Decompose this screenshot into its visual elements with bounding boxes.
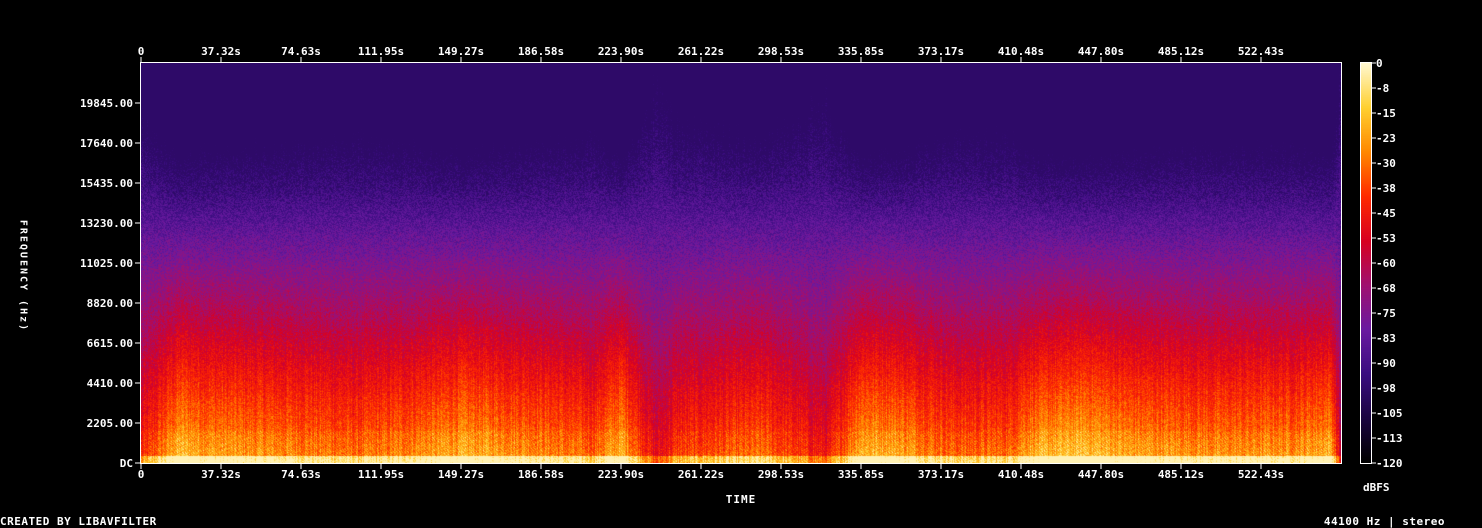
chart-axes: 0 0 37.32s 37.32s 74.63s 74.63s 111.95s 111.95s… — [80, 45, 1403, 481]
plot-frame — [140, 62, 1342, 464]
colorbar-tick-label: -45 — [1376, 207, 1396, 220]
x-tick-label-bottom: 298.53s — [758, 468, 804, 481]
colorbar-tick-label: -105 — [1376, 407, 1403, 420]
x-tick-label-bottom: 186.58s — [518, 468, 564, 481]
colorbar-tick-label: -23 — [1376, 132, 1396, 145]
y-tick-label: DC — [120, 457, 133, 470]
y-tick-label: 15435.00 — [80, 177, 133, 190]
colorbar-frame — [1360, 62, 1372, 464]
x-tick-label-top: 37.32s — [201, 45, 241, 58]
colorbar-tick-label: 0 — [1376, 57, 1383, 70]
x-tick-label-bottom: 447.80s — [1078, 468, 1124, 481]
x-tick-label-top: 485.12s — [1158, 45, 1204, 58]
y-tick-label: 17640.00 — [80, 137, 133, 150]
y-axis-title: FREQUENCY (Hz) — [17, 219, 29, 333]
footer-credit: CREATED BY LIBAVFILTER — [0, 515, 157, 528]
y-tick-label: 11025.00 — [80, 257, 133, 270]
x-tick-label-top: 447.80s — [1078, 45, 1124, 58]
x-tick-label-top: 74.63s — [281, 45, 321, 58]
footer-sample-info: 44100 Hz | stereo — [1323, 515, 1445, 528]
colorbar-tick-label: -8 — [1376, 82, 1389, 95]
colorbar-tick-label: -60 — [1376, 257, 1396, 270]
colorbar-tick-label: -15 — [1376, 107, 1396, 120]
x-tick-label-top: 373.17s — [918, 45, 964, 58]
x-tick-label-top: 335.85s — [838, 45, 884, 58]
x-tick-label-top: 149.27s — [438, 45, 484, 58]
colorbar-tick-label: -53 — [1376, 232, 1396, 245]
x-tick-label-top: 522.43s — [1238, 45, 1284, 58]
x-tick-label-bottom: 410.48s — [998, 468, 1044, 481]
spectrogram-chart: 0 0 37.32s 37.32s 74.63s 74.63s 111.95s 111.95s… — [0, 0, 1482, 528]
y-tick-label: 19845.00 — [80, 97, 133, 110]
x-tick-label-top: 186.58s — [518, 45, 564, 58]
x-tick-label-top: 0 — [138, 45, 145, 58]
y-tick-label: 4410.00 — [87, 377, 133, 390]
x-tick-label-bottom: 0 — [138, 468, 145, 481]
x-tick-label-top: 111.95s — [358, 45, 404, 58]
x-tick-label-top: 410.48s — [998, 45, 1044, 58]
colorbar-tick-label: -75 — [1376, 307, 1396, 320]
y-tick-label: 2205.00 — [87, 417, 133, 430]
y-tick-label: 13230.00 — [80, 217, 133, 230]
y-tick-label: 6615.00 — [87, 337, 133, 350]
x-tick-label-bottom: 335.85s — [838, 468, 884, 481]
colorbar-tick-label: -113 — [1376, 432, 1403, 445]
colorbar-tick-label: -83 — [1376, 332, 1396, 345]
x-tick-label-bottom: 485.12s — [1158, 468, 1204, 481]
colorbar-tick-label: -68 — [1376, 282, 1396, 295]
colorbar-unit-label: dBFS — [1363, 481, 1390, 494]
colorbar-tick-label: -38 — [1376, 182, 1396, 195]
colorbar-tick-label: -90 — [1376, 357, 1396, 370]
x-tick-label-bottom: 223.90s — [598, 468, 644, 481]
y-tick-label: 8820.00 — [87, 297, 133, 310]
colorbar-tick-label: -120 — [1376, 457, 1403, 470]
x-tick-label-bottom: 37.32s — [201, 468, 241, 481]
colorbar-tick-label: -98 — [1376, 382, 1396, 395]
x-tick-label-bottom: 261.22s — [678, 468, 724, 481]
x-tick-label-top: 223.90s — [598, 45, 644, 58]
x-tick-label-bottom: 373.17s — [918, 468, 964, 481]
x-tick-label-bottom: 111.95s — [358, 468, 404, 481]
x-tick-label-top: 298.53s — [758, 45, 804, 58]
x-tick-label-top: 261.22s — [678, 45, 724, 58]
x-tick-label-bottom: 522.43s — [1238, 468, 1284, 481]
colorbar-tick-label: -30 — [1376, 157, 1396, 170]
x-tick-label-bottom: 74.63s — [281, 468, 321, 481]
x-tick-label-bottom: 149.27s — [438, 468, 484, 481]
x-axis-title: TIME — [725, 493, 757, 506]
